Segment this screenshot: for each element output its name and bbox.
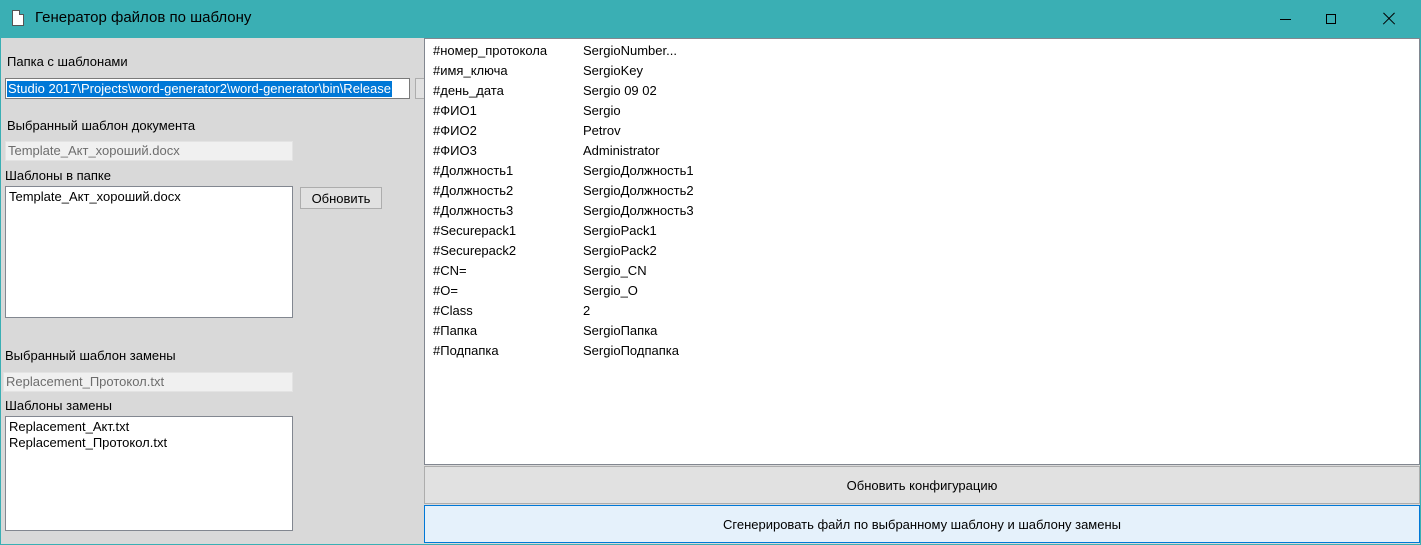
config-key: #Securepack1 xyxy=(433,223,517,238)
config-value: SergioKey xyxy=(583,63,643,78)
list-item[interactable]: Replacement_Акт.txt xyxy=(9,419,292,435)
config-value: Sergio_O xyxy=(583,283,638,298)
list-item[interactable]: Template_Акт_хороший.docx xyxy=(9,189,292,205)
templates-folder-input[interactable]: Studio 2017\Projects\word-generator2\wor… xyxy=(5,78,410,99)
document-icon xyxy=(12,10,24,26)
refresh-button[interactable]: Обновить xyxy=(300,187,382,209)
maximize-button[interactable] xyxy=(1308,0,1354,38)
config-key: #CN= xyxy=(433,263,467,278)
replacement-templates-list[interactable]: Replacement_Акт.txt Replacement_Протокол… xyxy=(5,416,293,531)
config-key: #имя_ключа xyxy=(433,63,508,78)
minimize-icon xyxy=(1279,18,1291,20)
config-key: #Должность1 xyxy=(433,163,514,178)
config-key: #Securepack2 xyxy=(433,243,517,258)
replacement-templates-label: Шаблоны замены xyxy=(5,398,112,413)
close-icon xyxy=(1382,12,1396,26)
config-value: 2 xyxy=(583,303,591,318)
config-key: #ФИО1 xyxy=(433,103,477,118)
config-value: SergioДолжность3 xyxy=(583,203,694,218)
templates-folder-value: Studio 2017\Projects\word-generator2\wor… xyxy=(7,81,392,97)
folder-templates-list[interactable]: Template_Акт_хороший.docx xyxy=(5,186,293,318)
config-key: #Должность2 xyxy=(433,183,514,198)
update-config-button[interactable]: Обновить конфигурацию xyxy=(424,466,1420,504)
list-item[interactable]: Replacement_Протокол.txt xyxy=(9,435,292,451)
config-value: SergioPack1 xyxy=(583,223,657,238)
selected-doc-template-label: Выбранный шаблон документа xyxy=(7,118,196,133)
close-button[interactable] xyxy=(1366,0,1412,38)
config-key: #Class xyxy=(433,303,473,318)
config-value: SergioДолжность2 xyxy=(583,183,694,198)
selected-replacement-field: Replacement_Протокол.txt xyxy=(3,372,293,392)
config-key: #ФИО2 xyxy=(433,123,477,138)
folder-templates-label: Шаблоны в папке xyxy=(5,168,111,183)
config-value: Sergio_CN xyxy=(583,263,647,278)
config-value: Sergio xyxy=(583,103,621,118)
selected-doc-template-field: Template_Акт_хороший.docx xyxy=(5,141,293,161)
config-key: #день_дата xyxy=(433,83,504,98)
config-list[interactable]: #номер_протокола SergioNumber... #имя_клю… xyxy=(424,38,1420,465)
config-value: SergioPack2 xyxy=(583,243,657,258)
config-key: #ФИО3 xyxy=(433,143,477,158)
selected-replacement-label: Выбранный шаблон замены xyxy=(5,348,176,363)
config-key: #Папка xyxy=(433,323,478,338)
window-title: Генератор файлов по шаблону xyxy=(35,9,252,26)
config-value: Administrator xyxy=(583,143,660,158)
config-value: SergioДолжность1 xyxy=(583,163,694,178)
title-bar: Генератор файлов по шаблону xyxy=(0,0,1421,38)
config-value: Sergio 09 02 xyxy=(583,83,657,98)
config-key: #O= xyxy=(433,283,458,298)
config-value: SergioПапка xyxy=(583,323,658,338)
minimize-button[interactable] xyxy=(1262,0,1308,38)
config-key: #номер_протокола xyxy=(433,43,548,58)
config-key: #Должность3 xyxy=(433,203,514,218)
main-window: Папка с шаблонами Studio 2017\Projects\w… xyxy=(1,38,1420,544)
config-value: SergioПодпапка xyxy=(583,343,679,358)
config-key: #Подпапка xyxy=(433,343,499,358)
generate-file-button[interactable]: Сгенерировать файл по выбранному шаблону… xyxy=(424,505,1420,543)
config-value: SergioNumber... xyxy=(583,43,677,58)
maximize-icon xyxy=(1326,14,1336,24)
config-value: Petrov xyxy=(583,123,621,138)
templates-folder-label: Папка с шаблонами xyxy=(7,54,128,69)
